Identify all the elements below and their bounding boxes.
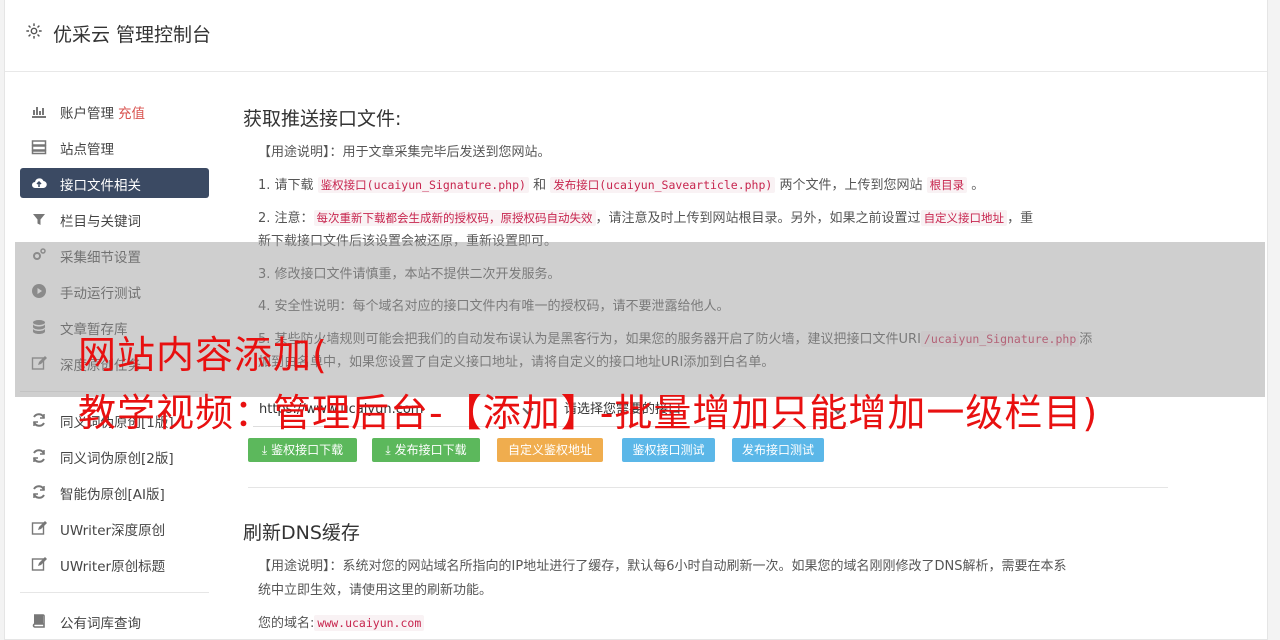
sidebar-item-label: 账户管理 [60,106,114,122]
usage-text: ：用于文章采集完毕后发送到您网站。 [329,145,551,160]
step-text: ，请注意及时上传到网站根目录。另外，如果之前设置过 [595,211,921,226]
caption-line-1: 网站内容添加( [78,333,328,377]
code-snippet: 鉴权接口(ucaiyun_Signature.php) [317,177,529,193]
sidebar-item-label: UWriter原创标题 [60,559,166,575]
app-header: 优采云 管理控制台 [5,0,1267,72]
usage-label: 【用途说明】 [258,559,330,574]
refresh-icon [33,413,45,427]
sidebar-item-label: 栏目与关键词 [60,214,141,230]
sidebar-item-uwriter-deep[interactable]: UWriter深度原创 [20,513,209,543]
section-divider [248,487,1168,488]
sidebar-item-public-dictionary[interactable]: 公有词库查询 [20,606,209,636]
step-text: 。 [971,178,985,193]
sidebar-item-label: 同义词伪原创[2版] [60,451,174,467]
sidebar-item-label: UWriter深度原创 [60,523,166,539]
sidebar-item-account[interactable]: 账户管理 充值 [20,96,209,126]
domain-value: www.ucaiyun.com [314,615,425,631]
sidebar-divider [20,592,209,593]
step-2: 2. 注意： 每次重新下载都会生成新的授权码，原授权码自动失效 ，请注意及时上传到网… [258,207,1033,230]
test-signature-button[interactable]: 鉴权接口测试 [622,438,715,462]
download-publish-button[interactable]: ⤓ 发布接口下载 [372,438,480,462]
dns-usage-line2: 统中立即生效，请使用这里的刷新功能。 [258,583,493,598]
server-icon [31,140,47,155]
sidebar-item-uwriter-title[interactable]: UWriter原创标题 [20,549,209,579]
button-label: 发布接口测试 [741,443,814,457]
step-text: 和 [533,178,547,193]
step-text: ，重 [1007,211,1034,226]
recharge-link[interactable]: 充值 [118,106,145,122]
sidebar-item-label: 智能伪原创[AI版] [60,487,165,503]
download-icon: ⤓ [385,443,391,457]
refresh-icon [33,485,45,499]
section-title-dns: 刷新DNS缓存 [243,522,360,544]
bar-chart-icon [32,107,46,118]
step-text: 2. 注意： [258,211,314,226]
sidebar-item-sites[interactable]: 站点管理 [20,132,209,162]
sidebar-item-synonym-v2[interactable]: 同义词伪原创[2版] [20,441,209,471]
button-label: 发布接口下载 [394,443,467,457]
cloud-upload-icon [32,178,47,189]
code-snippet: 每次重新下载都会生成新的授权码，原授权码自动失效 [313,210,596,226]
test-publish-button[interactable]: 发布接口测试 [732,438,824,462]
usage-note: 【用途说明】：用于文章采集完毕后发送到您网站。 [258,142,551,164]
sidebar-item-label: 接口文件相关 [60,178,141,194]
sidebar-item-label: 公有词库查询 [60,616,141,632]
custom-auth-url-button[interactable]: 自定义鉴权地址 [497,438,603,462]
step-1: 1. 请下载 鉴权接口(ucaiyun_Signature.php) 和 发布接… [258,174,984,197]
domain-row: 您的域名: www.ucaiyun.com [258,612,425,635]
button-label: 鉴权接口测试 [632,443,705,457]
sidebar-item-columns-keywords[interactable]: 栏目与关键词 [20,204,209,234]
code-snippet: 发布接口(ucaiyun_Savearticle.php) [550,177,776,193]
button-label: 自定义鉴权地址 [507,443,592,457]
caption-line-2: 教学视频：管理后台-【添加】-批量增加只能增加一级栏目) [78,391,1099,435]
download-icon: ⤓ [261,443,268,457]
filter-icon [33,214,45,225]
dns-usage-note: 【用途说明】：系统对您的网站域名所指向的IP地址进行了缓存，默认每6小时自动刷新… [258,556,1066,578]
edit-icon [31,557,47,571]
step-text: 两个文件，上传到您网站 [779,178,923,193]
sidebar-item-api-files[interactable]: 接口文件相关 [20,168,209,198]
step-text: 1. 请下载 [258,178,314,193]
usage-label: 【用途说明】 [258,145,330,160]
app-title: 优采云 管理控制台 [53,24,212,46]
edit-icon [31,521,47,535]
code-snippet: 自定义接口地址 [920,210,1008,226]
refresh-icon [33,449,45,463]
sidebar-item-label: 站点管理 [60,142,114,158]
domain-label: 您的域名: [258,616,315,631]
gear-icon [26,23,42,39]
download-signature-button[interactable]: ⤓ 鉴权接口下载 [248,438,357,462]
sidebar-item-ai-rewrite[interactable]: 智能伪原创[AI版] [20,477,209,507]
button-label: 鉴权接口下载 [271,443,344,457]
book-icon [32,614,45,628]
usage-text: ：系统对您的网站域名所指向的IP地址进行了缓存，默认每6小时自动刷新一次。如果您… [329,559,1067,574]
section-title-api-files: 获取推送接口文件: [243,108,402,130]
code-snippet: 根目录 [926,177,968,193]
